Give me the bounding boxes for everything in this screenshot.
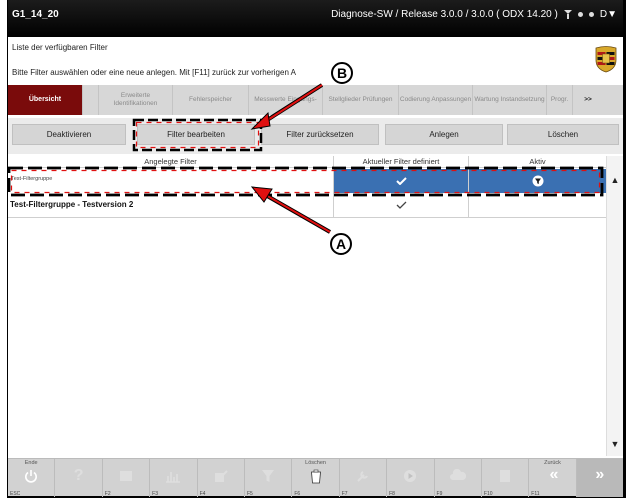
- filter-name-cell: Test-Filtergruppe: [8, 169, 333, 193]
- tab-extended-identification[interactable]: Erweiterte Identifikationen: [99, 85, 173, 115]
- table-header: Angelegte Filter Aktueller Filter defini…: [8, 156, 606, 168]
- power-icon: [25, 470, 38, 483]
- column-header-defined: Aktueller Filter definiert: [362, 157, 440, 166]
- edit-icon: [214, 470, 228, 482]
- tab-more-button[interactable]: >>: [573, 85, 603, 115]
- porsche-crest-icon: [595, 46, 617, 73]
- filter-name-cell: Test-Filtergruppe - Testversion 2: [10, 200, 134, 209]
- tab-programming[interactable]: Progr.: [547, 85, 573, 115]
- action-bar: Deaktivieren Filter bearbeiten Filter zu…: [8, 118, 623, 154]
- tab-coding[interactable]: Codierung Anpassungen: [399, 85, 473, 115]
- list-icon: [119, 471, 132, 481]
- scroll-up-icon[interactable]: ▲: [607, 172, 623, 188]
- delete-button[interactable]: Löschen: [507, 124, 619, 145]
- chart-icon: [166, 472, 181, 483]
- tab-blank[interactable]: [83, 85, 99, 115]
- tab-maintenance[interactable]: Wartung Instandsetzung: [473, 85, 547, 115]
- f5-button[interactable]: F5: [245, 459, 293, 497]
- filter-icon: [262, 470, 275, 482]
- f4-button[interactable]: F4: [198, 459, 245, 497]
- d-indicator[interactable]: D▼: [600, 9, 617, 20]
- status-dot-icon: [577, 12, 583, 17]
- tab-fault-memory[interactable]: Fehlerspeicher: [173, 85, 249, 115]
- end-button[interactable]: Ende ESC: [8, 459, 56, 497]
- f10-button[interactable]: F10: [482, 459, 530, 497]
- vertical-scrollbar[interactable]: ▲ ▼: [606, 156, 623, 456]
- reset-filter-button[interactable]: Filter zurücksetzen: [261, 124, 379, 145]
- back-icon: «: [549, 466, 559, 483]
- left-edge: [0, 0, 8, 498]
- defined-cell: [334, 169, 468, 193]
- cloud-icon: [449, 469, 466, 480]
- edit-filter-button[interactable]: Filter bearbeiten: [137, 124, 255, 145]
- f8-button[interactable]: F8: [387, 459, 435, 497]
- title-bar: G1_14_20 Diagnose-SW / Release 3.0.0 / 3…: [8, 0, 623, 37]
- function-key-bar: Ende ESC ? F2 F3 F4 F5 Löschen F6 F7 F8 …: [8, 458, 624, 497]
- diagnostic-app: G1_14_20 Diagnose-SW / Release 3.0.0 / 3…: [8, 0, 624, 497]
- deactivate-button[interactable]: Deaktivieren: [12, 124, 126, 145]
- release-info: Diagnose-SW / Release 3.0.0 / 3.0.0 ( OD…: [331, 9, 558, 20]
- back-button[interactable]: Zurück « F11: [529, 459, 577, 497]
- forward-button[interactable]: »: [576, 459, 624, 497]
- tab-measured-values[interactable]: Messwerte Eingangs-: [249, 85, 323, 115]
- instruction-text: Bitte Filter auswählen oder eine neue an…: [12, 68, 297, 77]
- f7-button[interactable]: F7: [340, 459, 388, 497]
- connection-icon: [563, 10, 572, 19]
- help-button[interactable]: ?: [55, 459, 103, 497]
- row-divider: [8, 217, 606, 218]
- f2-button[interactable]: F2: [103, 459, 151, 497]
- play-icon: [404, 470, 417, 482]
- f3-button[interactable]: F3: [150, 459, 198, 497]
- checkmark-icon: [396, 177, 407, 185]
- active-cell: [469, 169, 606, 193]
- table-row-selected[interactable]: Test-Filtergruppe: [8, 169, 606, 193]
- page-title: Liste der verfügbaren Filter: [12, 43, 108, 52]
- clear-icon: [310, 469, 321, 484]
- tab-actuators[interactable]: Stellglieder Prüfungen: [323, 85, 399, 115]
- create-button[interactable]: Anlegen: [385, 124, 503, 145]
- column-header-active: Aktiv: [529, 157, 546, 166]
- help-icon: ?: [73, 467, 84, 484]
- active-filter-icon: [532, 175, 544, 187]
- callout-b: B: [331, 62, 353, 84]
- status-dot-icon: [588, 12, 594, 17]
- checkmark-icon: [396, 201, 407, 209]
- title-bar-status: Diagnose-SW / Release 3.0.0 / 3.0.0 ( OD…: [331, 9, 617, 20]
- table-row[interactable]: Test-Filtergruppe - Testversion 2: [8, 196, 606, 214]
- document-icon: [500, 470, 511, 482]
- session-id: G1_14_20: [12, 9, 59, 20]
- scroll-down-icon[interactable]: ▼: [607, 436, 623, 452]
- forward-icon: »: [595, 466, 605, 483]
- column-header-filters: Angelegte Filter: [144, 157, 197, 166]
- f9-button[interactable]: F9: [435, 459, 482, 497]
- callout-a: A: [330, 233, 352, 255]
- tab-overview[interactable]: Übersicht: [8, 85, 83, 115]
- tool-icon: [357, 471, 368, 482]
- clear-button[interactable]: Löschen F6: [292, 459, 340, 497]
- main-nav: Übersicht Erweiterte Identifikationen Fe…: [8, 85, 623, 115]
